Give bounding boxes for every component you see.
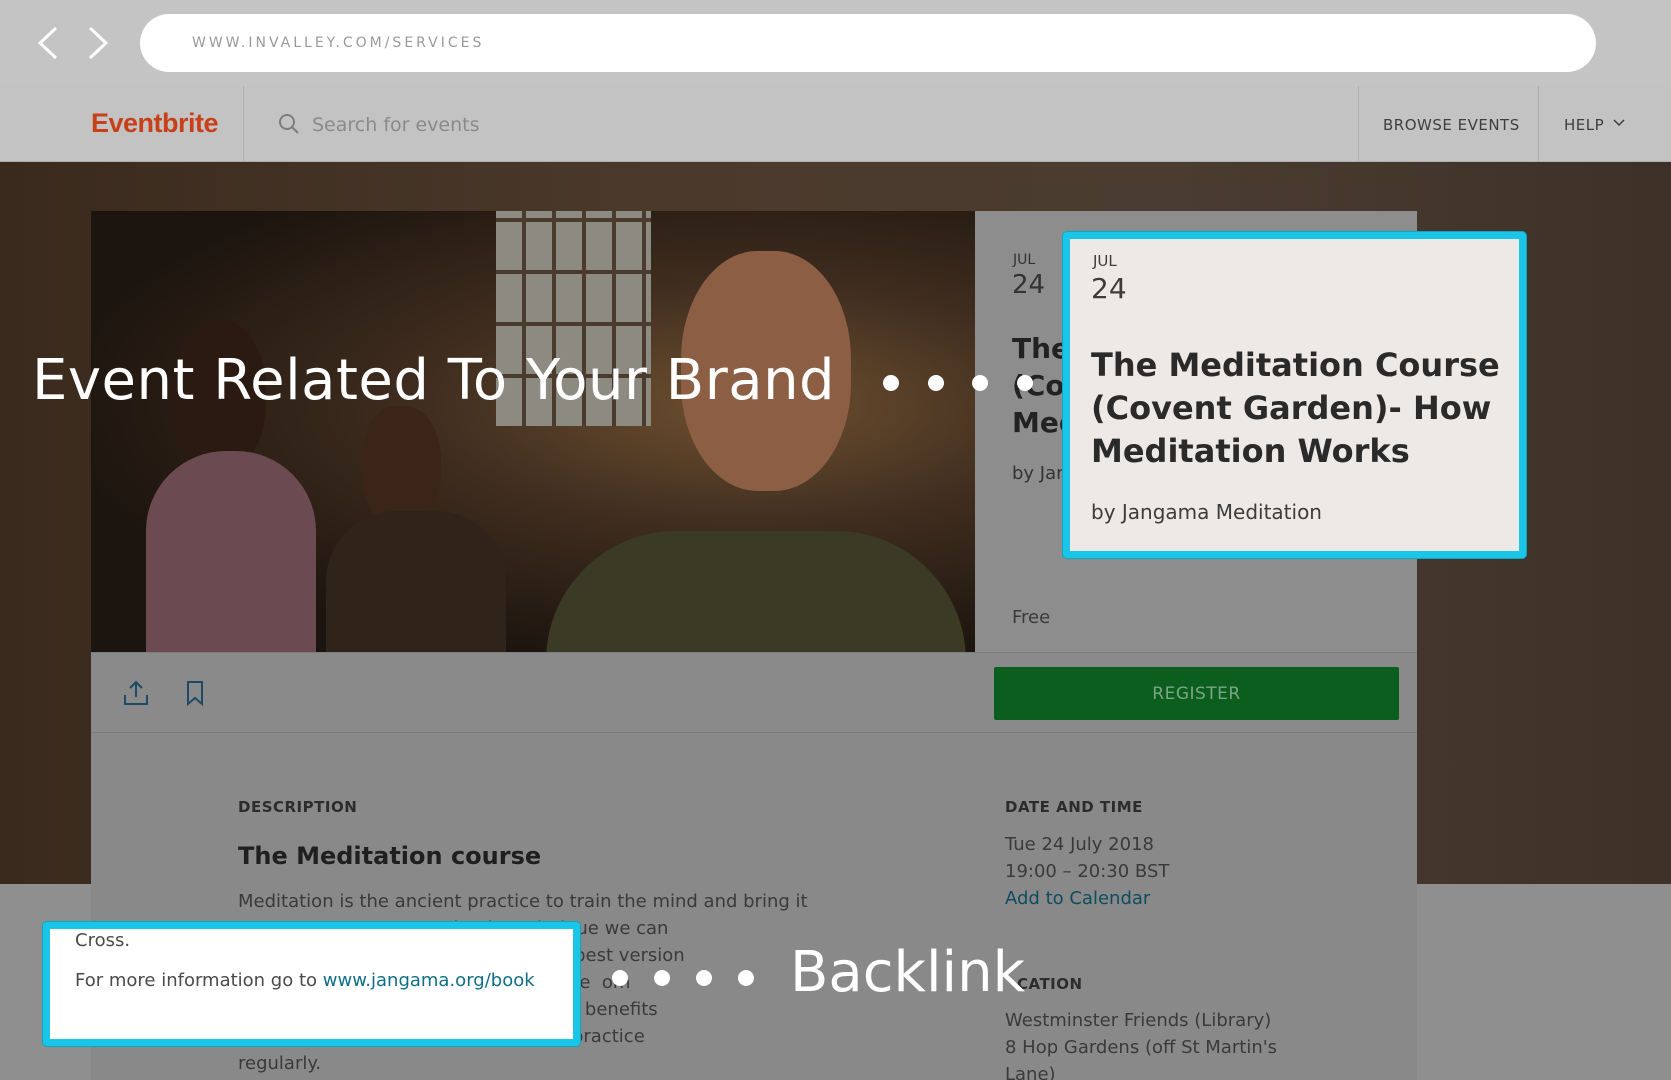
chevron-left-icon[interactable] xyxy=(32,22,64,64)
location-line: Lane) xyxy=(1005,1064,1056,1080)
browse-events-link[interactable]: BROWSE EVENTS xyxy=(1383,116,1520,134)
date-time-label: DATE AND TIME xyxy=(1005,798,1143,816)
share-upload-icon[interactable] xyxy=(122,679,150,707)
header-divider xyxy=(1358,86,1359,162)
header-divider xyxy=(1538,86,1539,162)
event-photo xyxy=(91,211,975,652)
description-line: Meditation is the ancient practice to tr… xyxy=(238,891,808,912)
search-input[interactable]: Search for events xyxy=(312,114,480,136)
location-line: Westminster Friends (Library) xyxy=(1005,1010,1272,1031)
event-day: 24 xyxy=(1012,270,1046,300)
help-menu[interactable]: HELP xyxy=(1564,116,1604,134)
annotation-dot xyxy=(1017,375,1033,391)
person xyxy=(546,531,966,652)
callout-event-title: The Meditation Course (Covent Garden)- H… xyxy=(1091,346,1500,470)
search-icon xyxy=(279,114,299,134)
event-price: Free xyxy=(1012,607,1051,628)
header-divider xyxy=(243,86,244,162)
description-title: The Meditation course xyxy=(238,842,542,870)
address-bar[interactable]: WWW.INVALLEY.COM/SERVICES xyxy=(140,14,1596,72)
annotation-dot xyxy=(972,375,988,391)
event-time: 19:00 – 20:30 BST xyxy=(1005,861,1170,882)
person xyxy=(326,511,506,652)
description-label: DESCRIPTION xyxy=(238,798,358,816)
callout-day: 24 xyxy=(1091,272,1127,305)
annotation-dot xyxy=(928,375,944,391)
callout-month: JUL xyxy=(1093,252,1117,270)
chevron-right-icon[interactable] xyxy=(82,22,114,64)
callout-organizer: by Jangama Meditation xyxy=(1091,500,1322,524)
location-line: 8 Hop Gardens (off St Martin's xyxy=(1005,1037,1278,1058)
bookmark-icon[interactable] xyxy=(183,679,207,707)
chevron-down-icon[interactable] xyxy=(1612,116,1626,130)
annotation-dot xyxy=(654,970,670,986)
location-label: CATION xyxy=(1017,975,1083,993)
annotation-dot xyxy=(738,970,754,986)
backlink-url[interactable]: www.jangama.org/book xyxy=(323,970,535,991)
description-line: regularly. xyxy=(238,1053,322,1074)
add-to-calendar-link[interactable]: Add to Calendar xyxy=(1005,888,1150,909)
event-date: Tue 24 July 2018 xyxy=(1005,834,1154,855)
more-info-prefix: For more information go to xyxy=(75,970,323,991)
annotation-dot xyxy=(612,970,628,986)
callout-text: Cross. xyxy=(75,930,131,951)
url-text: WWW.INVALLEY.COM/SERVICES xyxy=(192,35,485,51)
register-button[interactable]: REGISTER xyxy=(994,667,1399,720)
annotation-dot xyxy=(883,375,899,391)
event-organizer: by Jan xyxy=(1012,463,1062,484)
eventbrite-logo[interactable]: Eventbrite xyxy=(91,108,219,139)
annotation-event-related: Event Related To Your Brand xyxy=(32,348,836,413)
annotation-backlink: Backlink xyxy=(790,940,1025,1005)
person xyxy=(146,451,316,652)
annotation-dot xyxy=(696,970,712,986)
callout-more-info: For more information go to www.jangama.o… xyxy=(75,970,535,991)
event-month: JUL xyxy=(1013,252,1036,268)
person-head xyxy=(361,406,441,526)
site-header: Eventbrite Search for events BROWSE EVEN… xyxy=(0,86,1671,162)
